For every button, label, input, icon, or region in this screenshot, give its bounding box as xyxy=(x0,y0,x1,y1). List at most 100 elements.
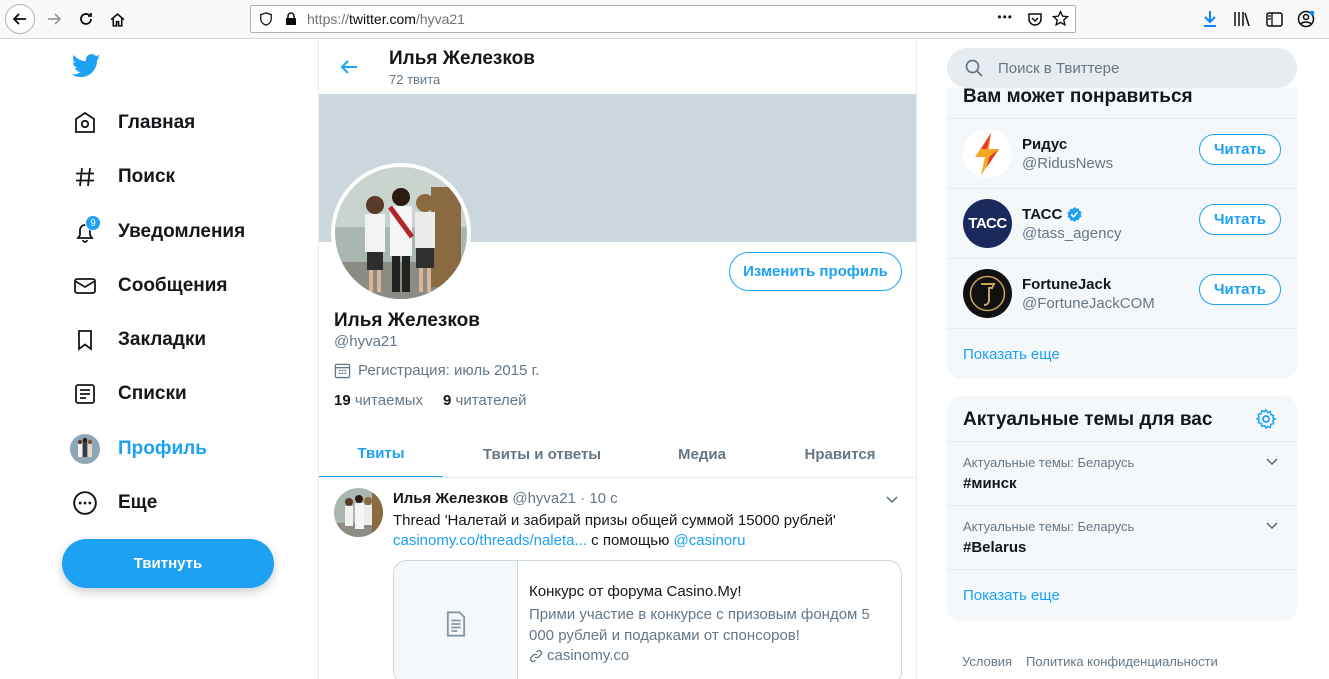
page-actions-icon[interactable]: ••• xyxy=(997,10,1013,24)
nav-bookmarks[interactable]: Закладки xyxy=(70,322,206,358)
search-input[interactable]: Поиск в Твиттере xyxy=(947,48,1297,88)
nav-profile[interactable]: Профиль xyxy=(70,431,207,467)
link-card-description: Прими участие в конкурсе с призовым фонд… xyxy=(529,606,870,644)
profile-column: Илья Железков 72 твита Изменить профиль xyxy=(318,40,917,679)
nav-label: Главная xyxy=(118,112,196,133)
follow-suggestion[interactable]: Ридус @RidusNews Читать xyxy=(947,119,1297,188)
nav-label: Списки xyxy=(118,383,187,404)
star-icon[interactable] xyxy=(1052,10,1069,27)
tweet-author-handle[interactable]: @hyva21 xyxy=(512,490,576,507)
nav-label: Поиск xyxy=(118,166,176,187)
profile-handle: @hyva21 xyxy=(334,333,398,350)
link-card[interactable]: Конкурс от форума Casino.My! Прими участ… xyxy=(393,560,902,679)
list-icon xyxy=(70,379,100,409)
nav-lists[interactable]: Списки xyxy=(70,376,187,412)
back-button[interactable] xyxy=(5,4,35,34)
tass-avatar: ТАСС xyxy=(963,199,1012,248)
trend-context: Актуальные темы: Беларусь xyxy=(963,519,1135,534)
nav-more[interactable]: Еще xyxy=(70,485,157,521)
shield-icon[interactable] xyxy=(259,12,273,26)
more-icon xyxy=(70,488,100,518)
nav-label: Профиль xyxy=(118,438,207,459)
calendar-icon xyxy=(334,363,351,379)
edit-profile-button[interactable]: Изменить профиль xyxy=(729,252,902,291)
trends-title: Актуальные темы для вас xyxy=(963,409,1213,430)
search-icon xyxy=(965,59,983,77)
show-more-link[interactable]: Показать еще xyxy=(963,346,1060,363)
nav-home[interactable]: Главная xyxy=(70,105,195,141)
follow-button[interactable]: Читать xyxy=(1199,134,1281,165)
nav-label: Сообщения xyxy=(118,275,228,296)
address-bar[interactable]: https://twitter.com/hyva21 ••• xyxy=(250,5,1076,33)
follow-button[interactable]: Читать xyxy=(1199,204,1281,235)
tweet-author-name[interactable]: Илья Железков xyxy=(393,490,508,507)
profile-name: Илья Железков xyxy=(334,310,480,331)
sidebar-toggle-icon[interactable] xyxy=(1263,8,1285,30)
trends-panel: Актуальные темы для вас Актуальные темы:… xyxy=(947,396,1297,621)
link-icon xyxy=(529,649,543,662)
following-stat[interactable]: 19 читаемых xyxy=(334,392,423,409)
account-handle: @RidusNews xyxy=(1022,155,1114,172)
tweet-mention[interactable]: @casinoru xyxy=(674,532,746,549)
account-icon[interactable] xyxy=(1295,8,1317,30)
trend-item[interactable]: Актуальные темы: Беларусь #Belarus xyxy=(947,506,1297,569)
fortunejack-avatar xyxy=(963,269,1012,318)
chevron-down-icon[interactable] xyxy=(1265,518,1279,537)
tab-likes[interactable]: Нравится xyxy=(763,430,916,478)
show-more-link[interactable]: Показать еще xyxy=(963,587,1060,604)
downloads-icon[interactable] xyxy=(1199,8,1221,30)
chevron-down-icon[interactable] xyxy=(1265,454,1279,473)
gear-icon[interactable] xyxy=(1255,408,1277,435)
trend-name: #минск xyxy=(963,475,1017,492)
account-name: FortuneJack xyxy=(1022,276,1112,293)
nav-explore[interactable]: Поиск xyxy=(70,159,175,195)
tab-tweets[interactable]: Твиты xyxy=(319,430,443,478)
chevron-down-icon[interactable] xyxy=(885,492,899,511)
follow-button[interactable]: Читать xyxy=(1199,274,1281,305)
home-button[interactable] xyxy=(103,5,131,33)
join-date: Регистрация: июль 2015 г. xyxy=(334,362,539,379)
tweet-avatar[interactable] xyxy=(334,488,383,537)
follow-suggestion[interactable]: ТАСС ТАСС @tass_agency Читать xyxy=(947,189,1297,258)
left-sidebar: Главная Поиск 9 Уведомления Сообщения За… xyxy=(0,40,318,679)
reload-button[interactable] xyxy=(72,5,100,33)
twitter-logo-icon[interactable] xyxy=(71,54,101,83)
forward-button[interactable] xyxy=(40,5,68,33)
trend-item[interactable]: Актуальные темы: Беларусь #минск xyxy=(947,442,1297,505)
account-name-row: ТАСС xyxy=(1022,206,1083,223)
account-name: Ридус xyxy=(1022,136,1068,153)
nav-messages[interactable]: Сообщения xyxy=(70,268,228,304)
back-arrow-icon[interactable] xyxy=(339,57,359,82)
tweet-count: 72 твита xyxy=(389,72,441,87)
document-icon xyxy=(446,610,465,637)
nav-label: Еще xyxy=(118,492,158,513)
followers-stat[interactable]: 9 читателей xyxy=(443,392,526,409)
footer-privacy-link[interactable]: Политика конфиденциальности xyxy=(1026,654,1218,669)
right-sidebar: Поиск в Твиттере Вам может понравиться Р… xyxy=(917,40,1329,679)
profile-avatar[interactable] xyxy=(331,163,471,303)
follow-suggestion[interactable]: FortuneJack @FortuneJackCOM Читать xyxy=(947,259,1297,328)
browser-toolbar: https://twitter.com/hyva21 ••• xyxy=(0,0,1329,39)
tweet-button[interactable]: Твитнуть xyxy=(62,539,274,588)
pocket-icon[interactable] xyxy=(1027,11,1043,27)
tweet-time[interactable]: 10 с xyxy=(589,490,617,507)
tweet-text: Thread 'Налетай и забирай призы общей су… xyxy=(393,512,836,529)
library-icon[interactable] xyxy=(1231,8,1253,30)
nav-label: Уведомления xyxy=(118,221,246,242)
tweet-header: Илья Железков @hyva21 · 10 с xyxy=(393,490,618,507)
link-card-thumbnail xyxy=(394,561,518,679)
hashtag-icon xyxy=(70,162,100,192)
account-handle: @FortuneJackCOM xyxy=(1022,295,1155,312)
tab-tweets-and-replies[interactable]: Твиты и ответы xyxy=(443,430,641,478)
ridus-avatar xyxy=(963,129,1012,178)
tab-media[interactable]: Медиа xyxy=(641,430,763,478)
nav-notifications[interactable]: 9 Уведомления xyxy=(70,214,245,250)
tweet-link[interactable]: casinomy.co/threads/naleta... xyxy=(393,532,587,549)
lock-icon xyxy=(286,12,296,25)
footer-terms-link[interactable]: Условия xyxy=(962,654,1012,669)
home-icon xyxy=(70,108,100,138)
link-card-domain: casinomy.co xyxy=(529,647,629,664)
envelope-icon xyxy=(70,271,100,301)
tabs-divider xyxy=(319,477,916,478)
divider xyxy=(947,569,1297,570)
